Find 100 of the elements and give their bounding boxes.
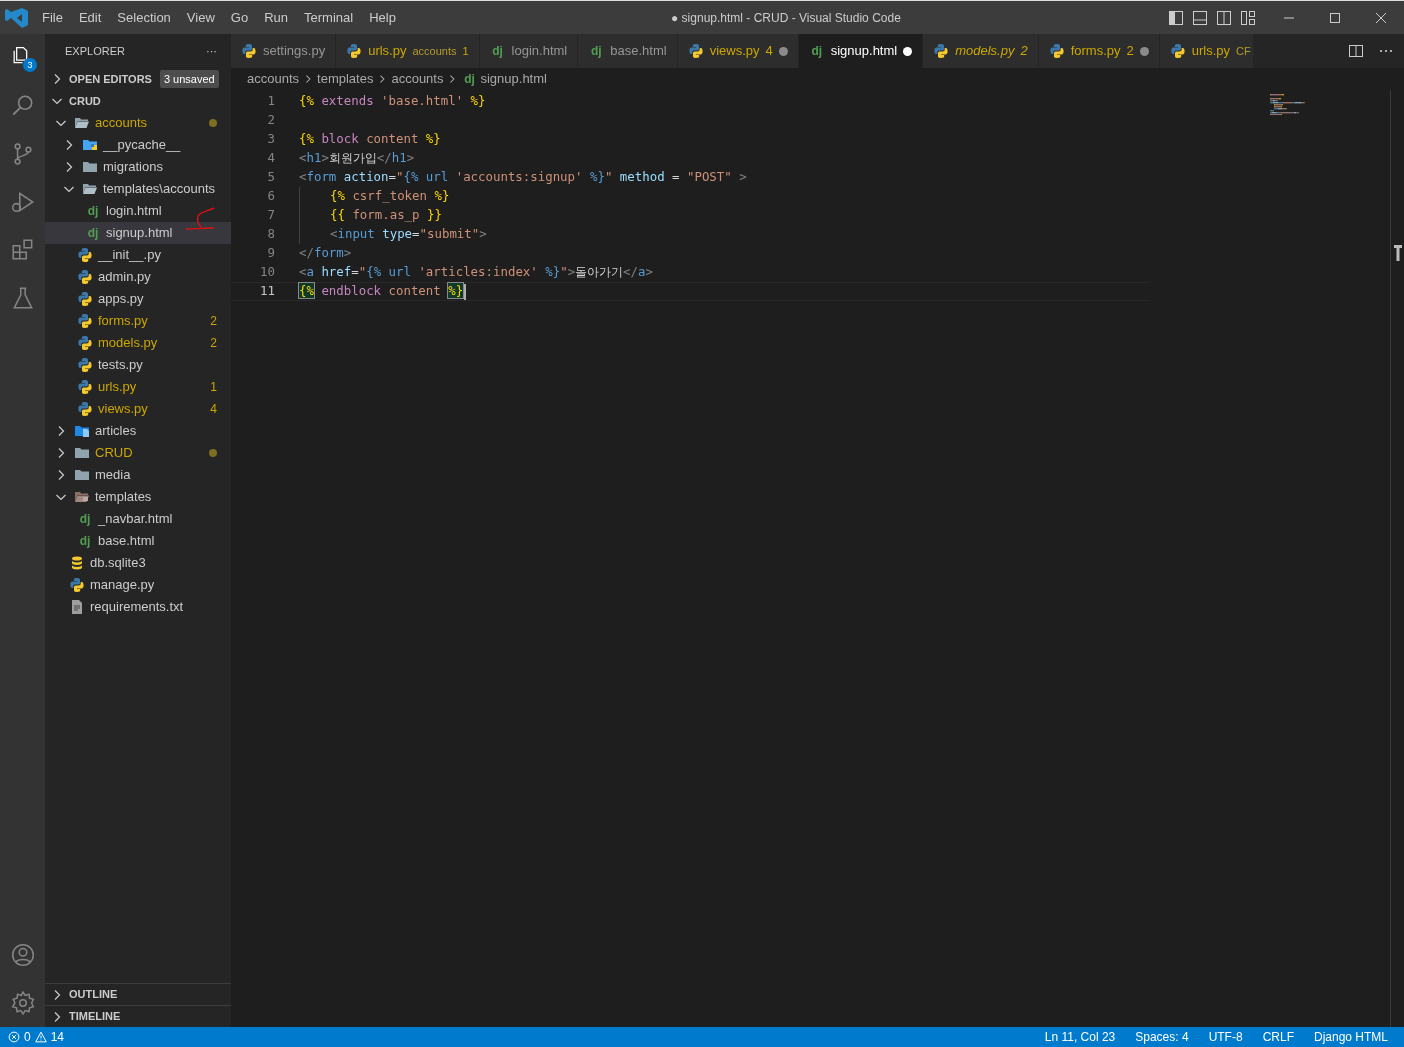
section-header[interactable]: TIMELINE bbox=[69, 1008, 121, 1025]
problem-count: 4 bbox=[210, 401, 217, 418]
explorer-entry[interactable]: login.html bbox=[106, 201, 217, 221]
warning-icon[interactable] bbox=[34, 1031, 47, 1043]
line-number: 7 bbox=[266, 206, 275, 225]
panel-title: EXPLORER bbox=[65, 43, 125, 59]
editor-tab[interactable]: views.py 4 bbox=[677, 34, 799, 68]
explorer-entry[interactable]: forms.py bbox=[98, 311, 206, 331]
explorer-folder[interactable]: media bbox=[95, 465, 217, 485]
folder-open-icon bbox=[74, 489, 90, 505]
editor-tab[interactable]: models.py 2 bbox=[923, 34, 1039, 68]
menu-item[interactable]: Selection bbox=[109, 7, 179, 28]
status-item[interactable]: CRLF bbox=[1254, 1028, 1302, 1046]
folder-icon bbox=[74, 467, 90, 483]
line-number: 3 bbox=[266, 130, 275, 149]
python-folder-icon bbox=[82, 137, 98, 153]
line-number: 2 bbox=[266, 111, 275, 130]
django-icon: dj bbox=[85, 224, 101, 242]
explorer-entry[interactable]: _navbar.html bbox=[98, 509, 217, 529]
breadcrumb-item[interactable]: signup.html bbox=[480, 69, 547, 89]
status-item[interactable]: Django HTML bbox=[1305, 1028, 1396, 1046]
editor-tab[interactable]: urls.py accounts 1 bbox=[336, 34, 480, 68]
breadcrumb-item[interactable]: accounts bbox=[391, 69, 444, 89]
status-item[interactable]: Ln 11, Col 23 bbox=[1036, 1028, 1124, 1046]
unsaved-badge: 3 unsaved bbox=[159, 69, 219, 89]
explorer-entry[interactable]: signup.html bbox=[106, 223, 217, 243]
error-count[interactable]: 0 bbox=[24, 1028, 31, 1046]
warning-count[interactable]: 14 bbox=[50, 1028, 65, 1046]
explorer-entry[interactable]: __init__.py bbox=[98, 245, 217, 265]
database-icon bbox=[69, 555, 85, 571]
explorer-entry[interactable]: models.py bbox=[98, 333, 206, 353]
explorer-folder[interactable]: articles bbox=[95, 421, 217, 441]
split-layout-icon[interactable] bbox=[1216, 9, 1232, 26]
explorer-entry[interactable]: urls.py bbox=[98, 377, 206, 397]
explorer-folder[interactable]: __pycache__ bbox=[103, 135, 217, 155]
menu-item[interactable]: View bbox=[178, 7, 223, 28]
python-icon bbox=[77, 401, 93, 417]
explorer-entry[interactable]: apps.py bbox=[98, 289, 217, 309]
line-number: 5 bbox=[266, 168, 275, 187]
error-icon[interactable] bbox=[8, 1031, 20, 1043]
explorer-entry[interactable]: db.sqlite3 bbox=[90, 553, 217, 573]
line-number: 1 bbox=[266, 92, 275, 111]
customize-layout-icon[interactable] bbox=[1240, 9, 1256, 26]
panel-layout-icon[interactable] bbox=[1192, 9, 1208, 26]
window-title: ● signup.html - CRUD - Visual Studio Code bbox=[670, 9, 902, 27]
menu-item[interactable]: Help bbox=[361, 7, 404, 28]
editor-tab[interactable]: dj signup.html bbox=[798, 34, 924, 68]
explorer-folder[interactable]: templates\accounts bbox=[103, 179, 217, 199]
folder-icon bbox=[74, 445, 90, 461]
text-file-icon bbox=[69, 599, 85, 615]
explorer-entry[interactable]: requirements.txt bbox=[90, 597, 217, 617]
explorer-folder[interactable]: templates bbox=[95, 487, 217, 507]
section-header[interactable]: CRUD bbox=[69, 92, 101, 110]
breadcrumb-item[interactable]: templates bbox=[317, 69, 374, 89]
run-debug-icon[interactable] bbox=[9, 189, 36, 215]
django-icon: dj bbox=[461, 70, 478, 88]
explorer-entry[interactable]: manage.py bbox=[90, 575, 217, 595]
editor-tab[interactable]: dj base.html bbox=[578, 34, 678, 68]
line-number: 11 bbox=[259, 282, 275, 301]
explorer-folder[interactable]: CRUD bbox=[95, 443, 204, 463]
unsaved-dot bbox=[778, 46, 788, 56]
editor-tab[interactable]: urls.py CF bbox=[1159, 34, 1254, 68]
menu-item[interactable]: Go bbox=[222, 7, 257, 28]
code-line: <input type="submit"> bbox=[330, 225, 487, 244]
status-item[interactable]: Spaces: 4 bbox=[1127, 1028, 1197, 1046]
account-icon[interactable] bbox=[9, 942, 36, 968]
explorer-folder[interactable]: migrations bbox=[103, 157, 217, 177]
code-line: </form> bbox=[299, 244, 352, 263]
explorer-entry[interactable]: tests.py bbox=[98, 355, 217, 375]
settings-icon[interactable] bbox=[9, 990, 36, 1016]
sidebar-layout-icon[interactable] bbox=[1168, 9, 1184, 26]
menu-item[interactable]: File bbox=[34, 7, 71, 28]
folder-icon bbox=[82, 159, 98, 175]
menu-item[interactable]: Edit bbox=[70, 7, 110, 28]
explorer-folder[interactable]: accounts bbox=[95, 113, 204, 133]
split-editor-icon[interactable] bbox=[1348, 43, 1364, 59]
editor-tab[interactable]: settings.py bbox=[231, 34, 337, 68]
status-item[interactable]: UTF-8 bbox=[1200, 1028, 1251, 1046]
more-actions-button[interactable]: ··· bbox=[206, 42, 217, 60]
problem-count: 2 bbox=[210, 335, 217, 352]
code-line: {{ form.as_p }} bbox=[330, 206, 442, 225]
breadcrumb-item[interactable]: accounts bbox=[247, 69, 300, 89]
unsaved-dot bbox=[903, 46, 913, 56]
explorer-entry[interactable]: admin.py bbox=[98, 267, 217, 287]
editor-tab[interactable]: dj login.html bbox=[479, 34, 579, 68]
section-header[interactable]: OUTLINE bbox=[69, 986, 118, 1003]
code-line: {% endblock content %} bbox=[299, 282, 464, 301]
line-number: 10 bbox=[259, 263, 275, 282]
line-number: 8 bbox=[266, 225, 275, 244]
menu-item[interactable]: Terminal bbox=[296, 7, 362, 28]
editor-tab[interactable]: forms.py 2 bbox=[1038, 34, 1160, 68]
section-header[interactable]: OPEN EDITORS bbox=[69, 70, 152, 88]
python-icon bbox=[1169, 43, 1186, 59]
menu-item[interactable]: Run bbox=[256, 7, 296, 28]
scrollbar-thumb-icon[interactable] bbox=[1394, 245, 1402, 261]
line-number: 6 bbox=[266, 187, 275, 206]
folder-open-icon bbox=[74, 115, 90, 131]
explorer-entry[interactable]: base.html bbox=[98, 531, 217, 551]
explorer-entry[interactable]: views.py bbox=[98, 399, 206, 419]
code-line: {% csrf_token %} bbox=[330, 187, 450, 206]
